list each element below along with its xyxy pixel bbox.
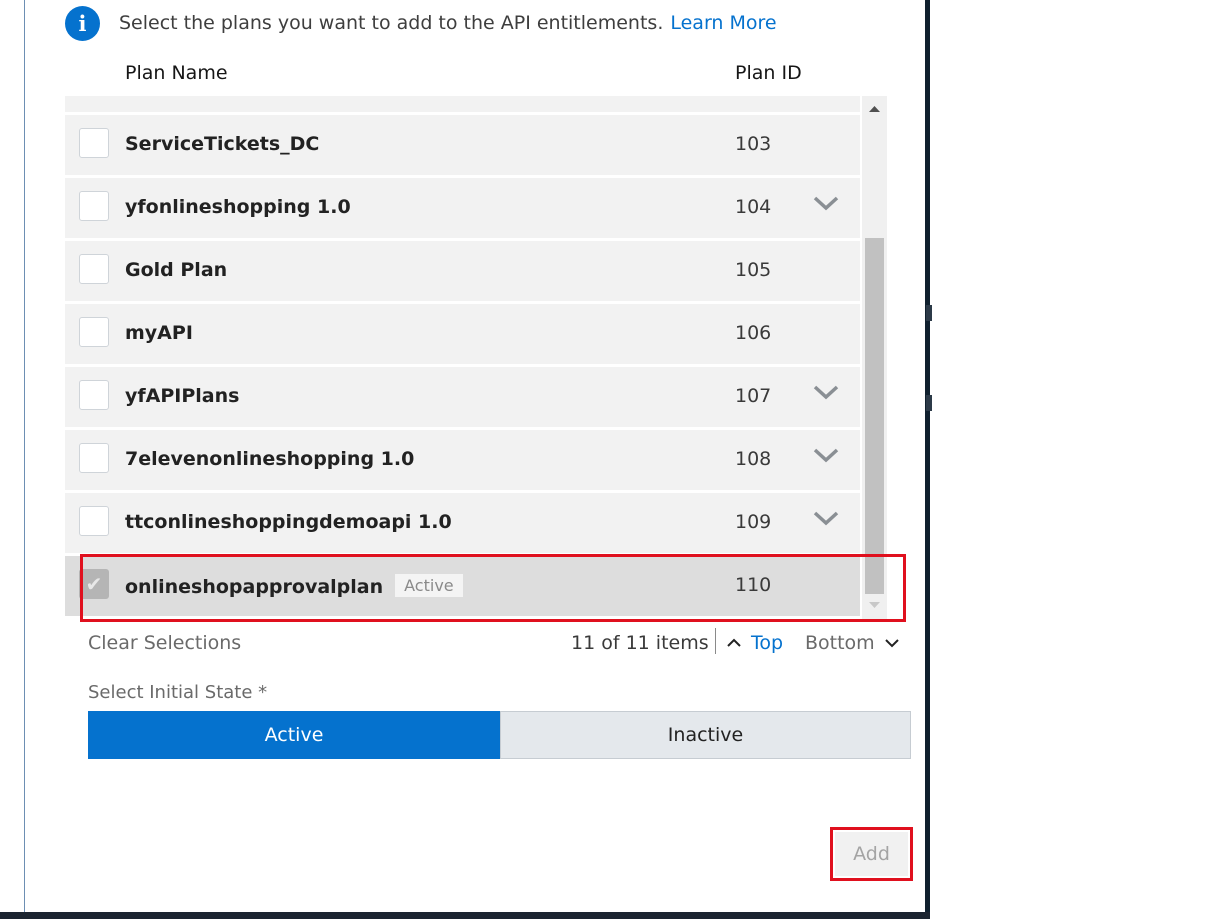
info-banner: i Select the plans you want to add to th…: [65, 5, 777, 41]
add-button[interactable]: Add: [835, 832, 908, 876]
scrollbar-thumb[interactable]: [865, 238, 884, 594]
plan-name: Gold Plan: [125, 259, 228, 281]
backdrop-bottom: [0, 912, 930, 919]
chevron-down-icon[interactable]: [811, 192, 841, 216]
info-message-text: Select the plans you want to add to the …: [119, 12, 664, 34]
scroll-up-arrow-icon[interactable]: [862, 100, 887, 116]
footer-divider: [715, 628, 716, 654]
plan-id: 108: [735, 448, 772, 470]
row-checkbox[interactable]: [79, 191, 109, 221]
row-checkbox[interactable]: [79, 317, 109, 347]
table-row[interactable]: 7elevenonlineshopping 1.0 108: [65, 430, 860, 493]
table-row-partial[interactable]: [65, 96, 860, 115]
column-header-plan-name[interactable]: Plan Name: [125, 62, 228, 84]
backdrop-fragment: [926, 395, 932, 411]
plan-id: 103: [735, 133, 772, 155]
info-message: Select the plans you want to add to the …: [119, 12, 777, 34]
plan-name: 7elevenonlineshopping 1.0: [125, 448, 415, 470]
chevron-down-icon[interactable]: [811, 507, 841, 531]
initial-state-label: Select Initial State *: [88, 682, 268, 703]
plan-name: yfAPIPlans: [125, 385, 240, 407]
clear-selections-link[interactable]: Clear Selections: [88, 632, 241, 654]
chevron-down-icon[interactable]: [811, 381, 841, 405]
top-link-text: Top: [751, 632, 784, 654]
top-link[interactable]: Top: [727, 632, 783, 654]
plan-id: 104: [735, 196, 772, 218]
chevron-down-icon: [884, 639, 899, 648]
plan-name: ServiceTickets_DC: [125, 133, 320, 155]
table-row[interactable]: myAPI 106: [65, 304, 860, 367]
plan-name: myAPI: [125, 322, 193, 344]
item-count: 11 of 11 items: [571, 632, 709, 654]
state-inactive-button[interactable]: Inactive: [500, 711, 911, 759]
plan-name: yfonlineshopping 1.0: [125, 196, 351, 218]
chevron-down-icon[interactable]: [811, 444, 841, 468]
table-row[interactable]: Gold Plan 105: [65, 241, 860, 304]
learn-more-link[interactable]: Learn More: [670, 12, 776, 34]
column-header-plan-id[interactable]: Plan ID: [735, 62, 802, 84]
plans-list: ServiceTickets_DC 103 yfonlineshopping 1…: [65, 96, 887, 622]
backdrop-area: [924, 0, 1209, 919]
table-row[interactable]: ServiceTickets_DC 103: [65, 115, 860, 178]
plan-id: 106: [735, 322, 772, 344]
row-checkbox[interactable]: [79, 380, 109, 410]
scrollbar[interactable]: [862, 96, 887, 622]
info-icon: i: [65, 5, 100, 41]
bottom-link-text: Bottom: [805, 632, 875, 654]
plan-id: 109: [735, 511, 772, 533]
plan-id: 105: [735, 259, 772, 281]
table-row[interactable]: yfAPIPlans 107: [65, 367, 860, 430]
add-plans-dialog: i Select the plans you want to add to th…: [24, 0, 925, 912]
row-checkbox[interactable]: [79, 128, 109, 158]
row-checkbox[interactable]: [79, 254, 109, 284]
row-checkbox[interactable]: [79, 443, 109, 473]
state-active-button[interactable]: Active: [88, 711, 500, 759]
table-row[interactable]: ttconlineshoppingdemoapi 1.0 109: [65, 493, 860, 556]
table-row[interactable]: yfonlineshopping 1.0 104: [65, 178, 860, 241]
plan-id: 107: [735, 385, 772, 407]
bottom-link[interactable]: Bottom: [805, 632, 899, 654]
chevron-up-icon: [727, 638, 741, 647]
backdrop-fragment: [926, 305, 932, 321]
selection-highlight: [80, 554, 906, 622]
plan-name: ttconlineshoppingdemoapi 1.0: [125, 511, 452, 533]
row-checkbox[interactable]: [79, 506, 109, 536]
